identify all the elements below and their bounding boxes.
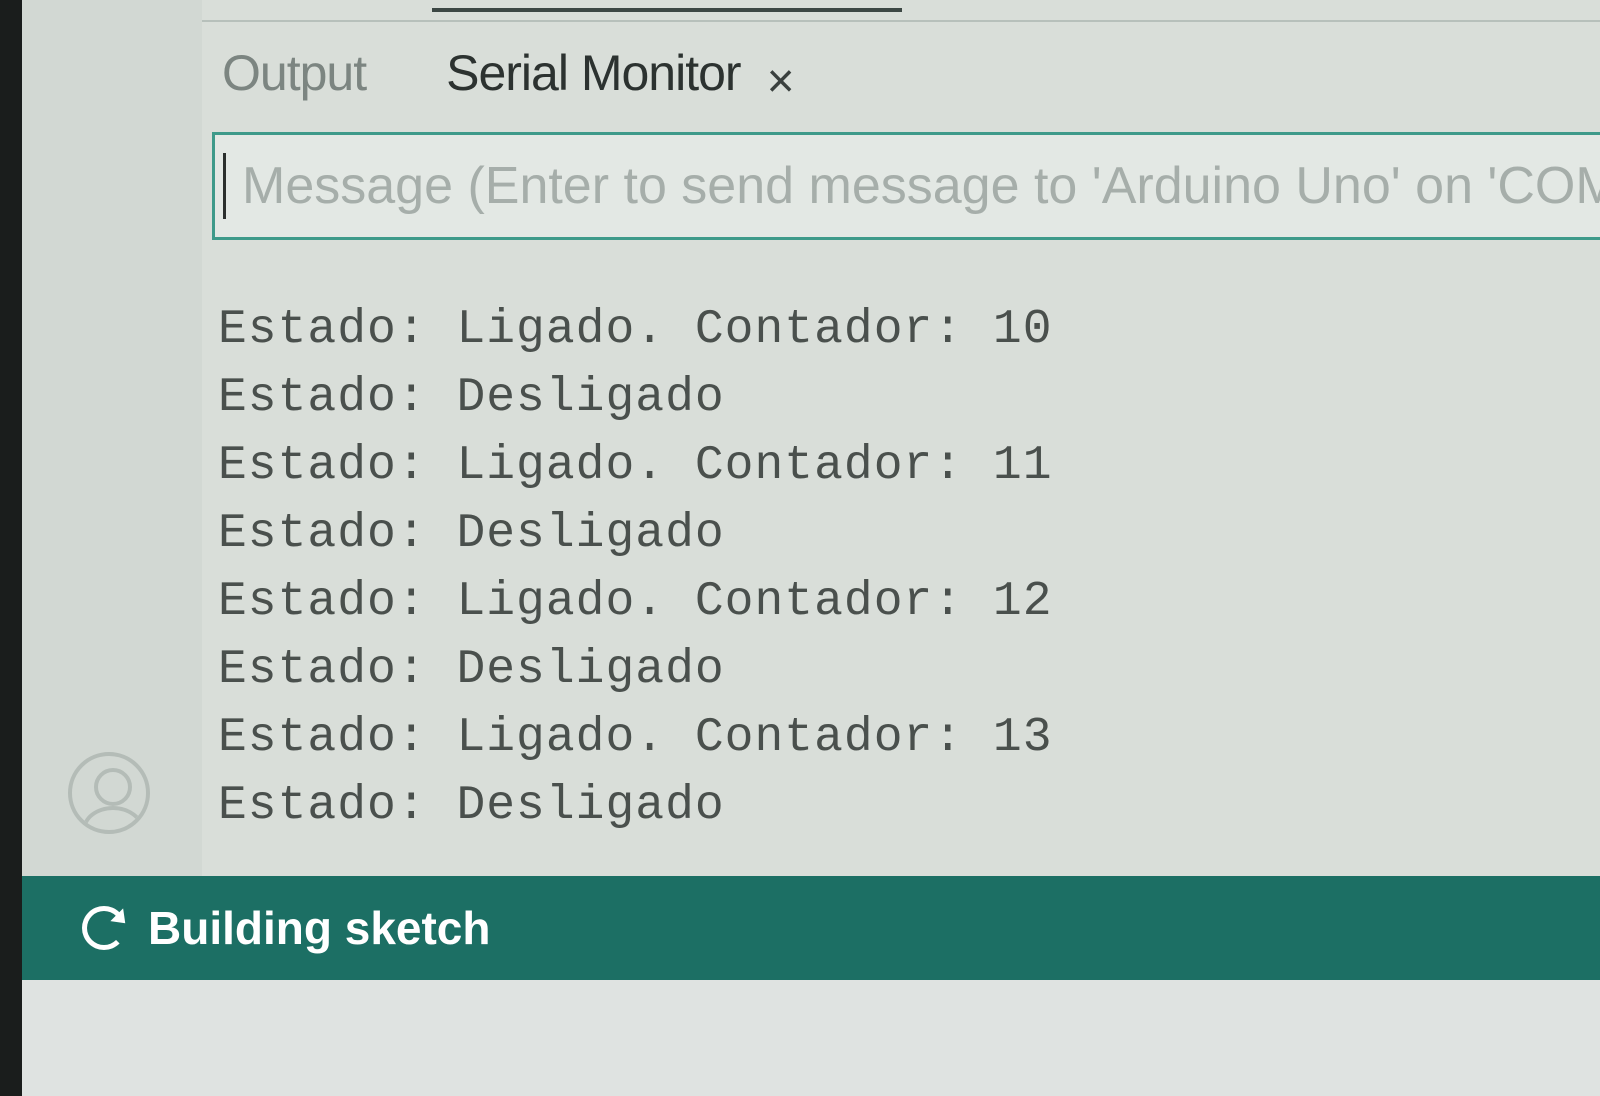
arduino-ide-window: Output Serial Monitor × Estado: Ligado. … xyxy=(22,0,1600,1096)
serial-line: Estado: Ligado. Contador: 13 xyxy=(218,711,1053,765)
serial-line: Estado: Desligado xyxy=(218,643,725,697)
serial-line: Estado: Ligado. Contador: 10 xyxy=(218,303,1053,357)
serial-line: Estado: Ligado. Contador: 11 xyxy=(218,439,1053,493)
serial-line: Estado: Desligado xyxy=(218,371,725,425)
bottom-panel-tabs: Output Serial Monitor × xyxy=(222,38,795,108)
message-input[interactable] xyxy=(223,153,1600,219)
tab-output[interactable]: Output xyxy=(222,44,367,102)
profile-icon[interactable] xyxy=(68,752,150,834)
profile-icon-body xyxy=(82,806,144,830)
serial-line: Estado: Desligado xyxy=(218,779,725,833)
divider xyxy=(202,20,1600,22)
status-bar: Building sketch xyxy=(22,876,1600,980)
status-text: Building sketch xyxy=(148,902,491,954)
tab-serial-monitor[interactable]: Serial Monitor xyxy=(446,44,741,102)
serial-output: Estado: Ligado. Contador: 10 Estado: Des… xyxy=(218,296,1218,840)
close-icon[interactable]: × xyxy=(767,54,795,109)
profile-icon-head xyxy=(94,768,132,806)
message-box xyxy=(212,132,1600,240)
top-tab-indicator xyxy=(432,8,902,12)
bottom-area xyxy=(22,980,1600,1096)
serial-line: Estado: Ligado. Contador: 12 xyxy=(218,575,1053,629)
sync-icon xyxy=(82,906,126,950)
serial-line: Estado: Desligado xyxy=(218,507,725,561)
